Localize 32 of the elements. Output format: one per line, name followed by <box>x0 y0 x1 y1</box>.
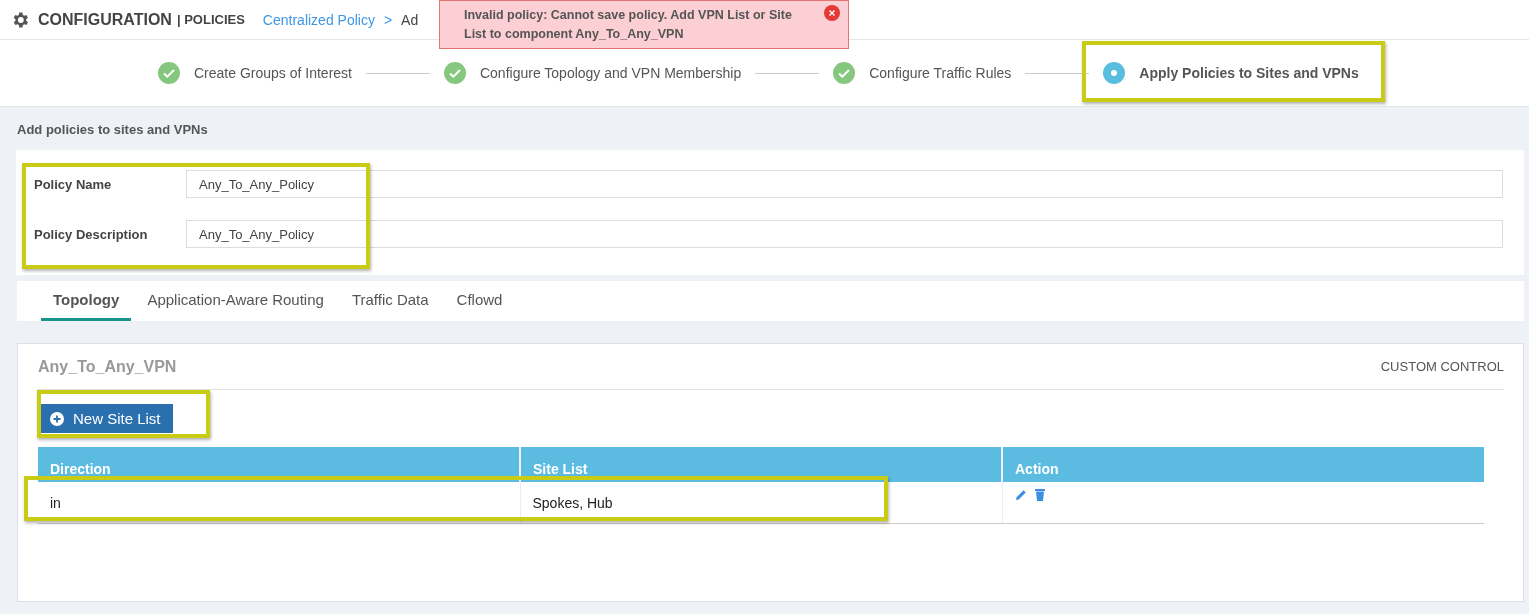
section-title: CONFIGURATION <box>38 10 172 29</box>
tab[interactable]: Cflowd <box>444 281 515 321</box>
step-label[interactable]: Create Groups of Interest <box>194 65 352 81</box>
field-label: Policy Description <box>34 226 149 242</box>
custom-control-link[interactable]: CUSTOM CONTROL <box>1380 359 1504 374</box>
breadcrumb-current: Ad <box>401 11 419 28</box>
column-header: Site List <box>520 447 1002 482</box>
field-label: Policy Name <box>34 176 113 192</box>
pencil-icon[interactable] <box>1014 489 1027 501</box>
step-label[interactable]: Configure Topology and VPN Membership <box>479 65 742 81</box>
table-cell: in <box>38 482 520 524</box>
page-heading: Add policies to sites and VPNs <box>17 121 209 139</box>
close-icon[interactable] <box>824 5 840 21</box>
current-step-icon <box>1103 62 1126 84</box>
table-cell: Spokes, Hub <box>520 482 1002 524</box>
text-input[interactable]: Any_To_Any_Policy <box>186 170 1503 198</box>
breadcrumb-separator: > <box>383 11 393 28</box>
tab[interactable]: Traffic Data <box>339 281 441 321</box>
tab[interactable]: Topology <box>41 281 132 321</box>
check-icon <box>158 62 180 84</box>
check-icon <box>443 62 466 84</box>
trash-icon[interactable] <box>1034 489 1045 501</box>
plus-circle-icon <box>50 411 64 426</box>
text-input[interactable]: Any_To_Any_Policy <box>186 220 1503 248</box>
step-label[interactable]: Configure Traffic Rules <box>869 65 1012 81</box>
toast-message: Invalid policy: Cannot save policy. Add VPN List or Site List to component Any_To_Any_VPN <box>464 7 793 43</box>
section-subtitle: | POLICIES <box>176 12 245 27</box>
check-icon <box>833 62 856 84</box>
column-header: Action <box>1002 447 1484 482</box>
step-label[interactable]: Apply Policies to Sites and VPNs <box>1139 65 1359 81</box>
vpn-title: Any_To_Any_VPN <box>38 357 177 376</box>
tab[interactable]: Application-Aware Routing <box>135 281 336 321</box>
